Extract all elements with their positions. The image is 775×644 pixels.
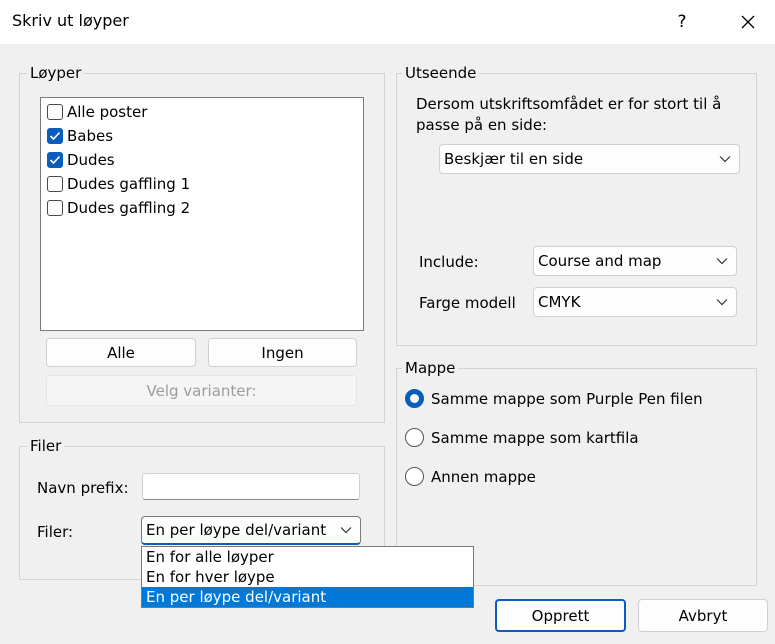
close-button[interactable] (734, 8, 762, 36)
color-model-combobox[interactable]: CMYK (533, 287, 737, 317)
checkmark-icon (49, 155, 61, 165)
folder-option-label: Annen mappe (431, 467, 536, 486)
name-prefix-label: Navn prefix: (37, 479, 129, 497)
select-variants-button[interactable]: Velg varianter: (46, 375, 357, 406)
files-group-title: Filer (27, 437, 65, 455)
courses-group-title: Løyper (27, 64, 85, 82)
files-option-one-for-all[interactable]: En for alle løyper (142, 547, 473, 567)
select-all-button[interactable]: Alle (46, 338, 196, 367)
folder-option-other[interactable]: Annen mappe (405, 467, 536, 486)
page-fit-combobox[interactable]: Beskjær til en side (439, 144, 740, 174)
course-item-dudes-gaffling-2[interactable]: Dudes gaffling 2 (47, 197, 190, 219)
checkbox[interactable] (47, 152, 63, 168)
appearance-group-title: Utseende (402, 64, 480, 82)
cancel-button[interactable]: Avbryt (638, 599, 768, 632)
checkmark-icon (49, 131, 61, 141)
create-button[interactable]: Opprett (495, 599, 626, 632)
files-option-one-per-part[interactable]: En per løype del/variant (142, 587, 473, 607)
files-combobox[interactable]: En per løype del/variant (141, 516, 361, 545)
page-fit-combobox-value: Beskjær til en side (444, 150, 584, 168)
course-item-label: Dudes gaffling 2 (67, 199, 191, 217)
folder-option-same-as-map[interactable]: Samme mappe som kartfila (405, 428, 639, 447)
name-prefix-input[interactable] (142, 473, 360, 500)
include-combobox[interactable]: Course and map (533, 246, 737, 276)
help-icon: ? (677, 12, 687, 32)
select-none-button[interactable]: Ingen (208, 338, 357, 367)
dialog-title: Skriv ut løyper (12, 11, 129, 30)
checkbox[interactable] (47, 128, 63, 144)
chevron-down-icon (340, 527, 352, 534)
color-model-combobox-value: CMYK (538, 293, 581, 311)
include-combobox-value: Course and map (538, 252, 662, 270)
radio-button[interactable] (405, 467, 424, 486)
checkbox[interactable] (47, 176, 63, 192)
files-dropdown-list[interactable]: En for alle løyper En for hver løype En … (141, 546, 474, 608)
chevron-down-icon (716, 299, 728, 306)
radio-button[interactable] (405, 428, 424, 447)
course-item-dudes-gaffling-1[interactable]: Dudes gaffling 1 (47, 173, 190, 195)
course-item-label: Babes (67, 127, 114, 145)
checkbox[interactable] (47, 200, 63, 216)
page-fit-description-line1: Dersom utskriftsomfådet er for stort til… (416, 95, 722, 113)
folder-group-title: Mappe (402, 359, 459, 377)
chevron-down-icon (716, 258, 728, 265)
course-item-label: Dudes (67, 151, 115, 169)
files-option-one-per-course[interactable]: En for hver løype (142, 567, 473, 587)
course-item-babes[interactable]: Babes (47, 125, 113, 147)
page-fit-description-line2: passe på en side: (416, 116, 548, 134)
include-label: Include: (419, 253, 479, 271)
files-combobox-value: En per løype del/variant (146, 521, 327, 539)
folder-option-same-as-purple-pen[interactable]: Samme mappe som Purple Pen filen (405, 389, 703, 408)
folder-option-label: Samme mappe som kartfila (431, 428, 639, 447)
courses-listbox[interactable]: Alle poster Babes Dudes Dudes gaffling 1… (40, 97, 364, 331)
course-item-alle-poster[interactable]: Alle poster (47, 101, 147, 123)
folder-option-label: Samme mappe som Purple Pen filen (431, 389, 703, 408)
files-label: Filer: (37, 523, 74, 541)
help-button[interactable]: ? (668, 8, 696, 36)
checkbox[interactable] (47, 104, 63, 120)
course-item-dudes[interactable]: Dudes (47, 149, 115, 171)
chevron-down-icon (719, 156, 731, 163)
course-item-label: Alle poster (67, 103, 148, 121)
close-icon (741, 15, 755, 29)
radio-button[interactable] (405, 389, 424, 408)
color-model-label: Farge modell (419, 294, 516, 312)
course-item-label: Dudes gaffling 1 (67, 175, 191, 193)
